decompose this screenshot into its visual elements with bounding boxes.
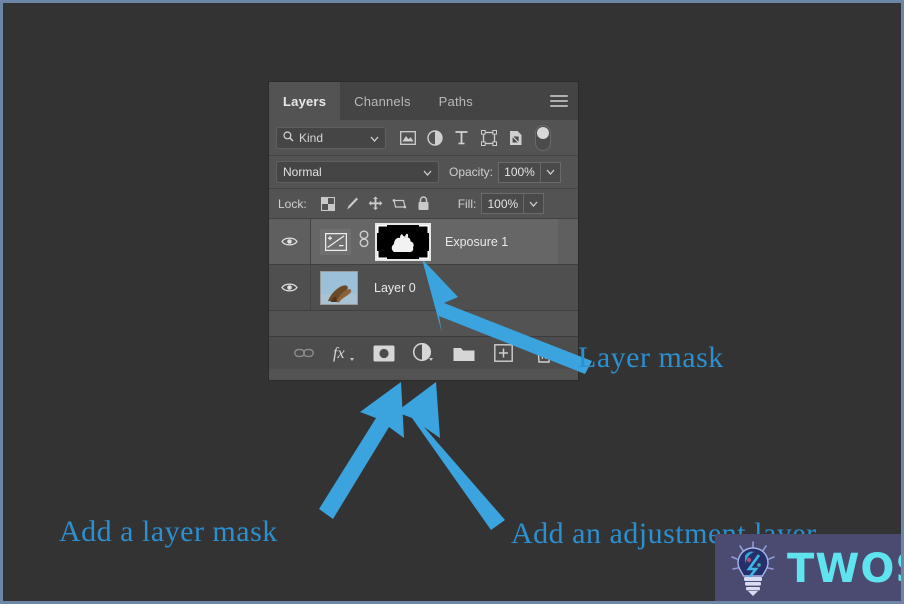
opacity-label: Opacity: <box>449 165 494 179</box>
watermark-text: TWOS <box>787 546 901 592</box>
arrow-to-add-layer-mask <box>319 382 404 519</box>
layer-list: Exposure 1 Layer 0 <box>269 219 578 336</box>
blend-mode-row: Normal Opacity: 100% <box>269 156 578 189</box>
delete-layer-icon[interactable] <box>532 342 555 365</box>
fill-input[interactable]: 100% <box>481 193 525 214</box>
hamburger-menu-icon[interactable] <box>550 95 568 107</box>
layer-thumbnails <box>311 222 431 261</box>
lock-row: Lock: Fill: 100% <box>269 189 578 219</box>
layers-panel-toolbar: fx <box>269 336 578 369</box>
chevron-down-icon <box>370 131 379 145</box>
shape-layer-filter-icon[interactable] <box>475 125 502 151</box>
lock-label: Lock: <box>278 196 307 211</box>
table-row[interactable]: Exposure 1 <box>269 219 578 265</box>
panel-tab-bar: Layers Channels Paths <box>269 82 578 120</box>
new-group-icon[interactable] <box>452 342 475 365</box>
screenshot-canvas: Layers Channels Paths Kind Normal Opacit… <box>0 0 904 604</box>
opacity-value: 100% <box>504 165 535 179</box>
tab-layers[interactable]: Layers <box>269 82 341 120</box>
link-mask-icon[interactable] <box>358 230 370 253</box>
watermark: TWOS <box>715 534 901 601</box>
layers-panel: Layers Channels Paths Kind Normal Opacit… <box>269 82 578 380</box>
layer-filter-row: Kind <box>269 120 578 156</box>
lock-all-icon[interactable] <box>412 193 436 215</box>
table-row[interactable]: Layer 0 <box>269 265 578 311</box>
fx-layer-style-icon[interactable]: fx <box>332 342 355 365</box>
lightbulb-icon <box>729 541 777 597</box>
annotation-add-a-layer-mask: Add a layer mask <box>59 515 278 548</box>
blend-mode-select[interactable]: Normal <box>276 161 439 183</box>
svg-text:fx: fx <box>333 345 345 362</box>
fill-label: Fill: <box>457 196 477 211</box>
layer-image-thumbnail[interactable] <box>320 270 358 305</box>
filter-enable-toggle[interactable] <box>535 124 551 151</box>
filter-type-icons <box>394 125 529 151</box>
layer-mask-thumbnail[interactable] <box>375 222 431 261</box>
tab-channels[interactable]: Channels <box>340 82 425 120</box>
annotation-layer-mask: Layer mask <box>578 341 724 374</box>
eye-icon <box>281 283 298 292</box>
filter-kind-select[interactable]: Kind <box>276 126 386 149</box>
blend-mode-value: Normal <box>283 165 322 179</box>
link-layers-icon[interactable] <box>292 342 315 365</box>
tab-channels-label: Channels <box>354 93 411 109</box>
search-icon <box>283 130 294 145</box>
tab-layers-label: Layers <box>283 93 327 109</box>
layer-visibility-toggle[interactable] <box>269 265 311 310</box>
layer-list-empty-space <box>269 311 578 336</box>
layer-thumbnails <box>311 270 358 305</box>
lock-image-pixels-icon[interactable] <box>340 193 364 215</box>
opacity-input[interactable]: 100% <box>498 161 542 183</box>
layer-visibility-toggle[interactable] <box>269 219 311 264</box>
lock-position-icon[interactable] <box>364 193 388 215</box>
adjustment-layer-filter-icon[interactable] <box>421 125 448 151</box>
type-layer-filter-icon[interactable] <box>448 125 475 151</box>
image-layer-filter-icon[interactable] <box>394 125 421 151</box>
chevron-down-icon <box>423 165 432 179</box>
fill-stepper[interactable] <box>524 193 545 214</box>
tab-paths-label: Paths <box>438 93 473 109</box>
eye-icon <box>281 237 298 246</box>
new-adjustment-layer-icon[interactable] <box>412 342 435 365</box>
tab-paths[interactable]: Paths <box>425 82 487 120</box>
filter-kind-label: Kind <box>299 130 324 145</box>
opacity-stepper[interactable] <box>541 161 562 183</box>
add-layer-mask-icon[interactable] <box>372 342 395 365</box>
lock-transparent-pixels-icon[interactable] <box>316 193 340 215</box>
exposure-adjustment-icon[interactable] <box>320 228 351 255</box>
fill-value: 100% <box>487 196 519 211</box>
lock-artboard-nesting-icon[interactable] <box>388 193 412 215</box>
arrow-to-add-adjustment-layer <box>396 382 505 530</box>
layer-name-label: Exposure 1 <box>445 234 509 249</box>
layer-name-label: Layer 0 <box>374 280 416 295</box>
new-layer-icon[interactable] <box>492 342 515 365</box>
smart-object-filter-icon[interactable] <box>502 125 529 151</box>
